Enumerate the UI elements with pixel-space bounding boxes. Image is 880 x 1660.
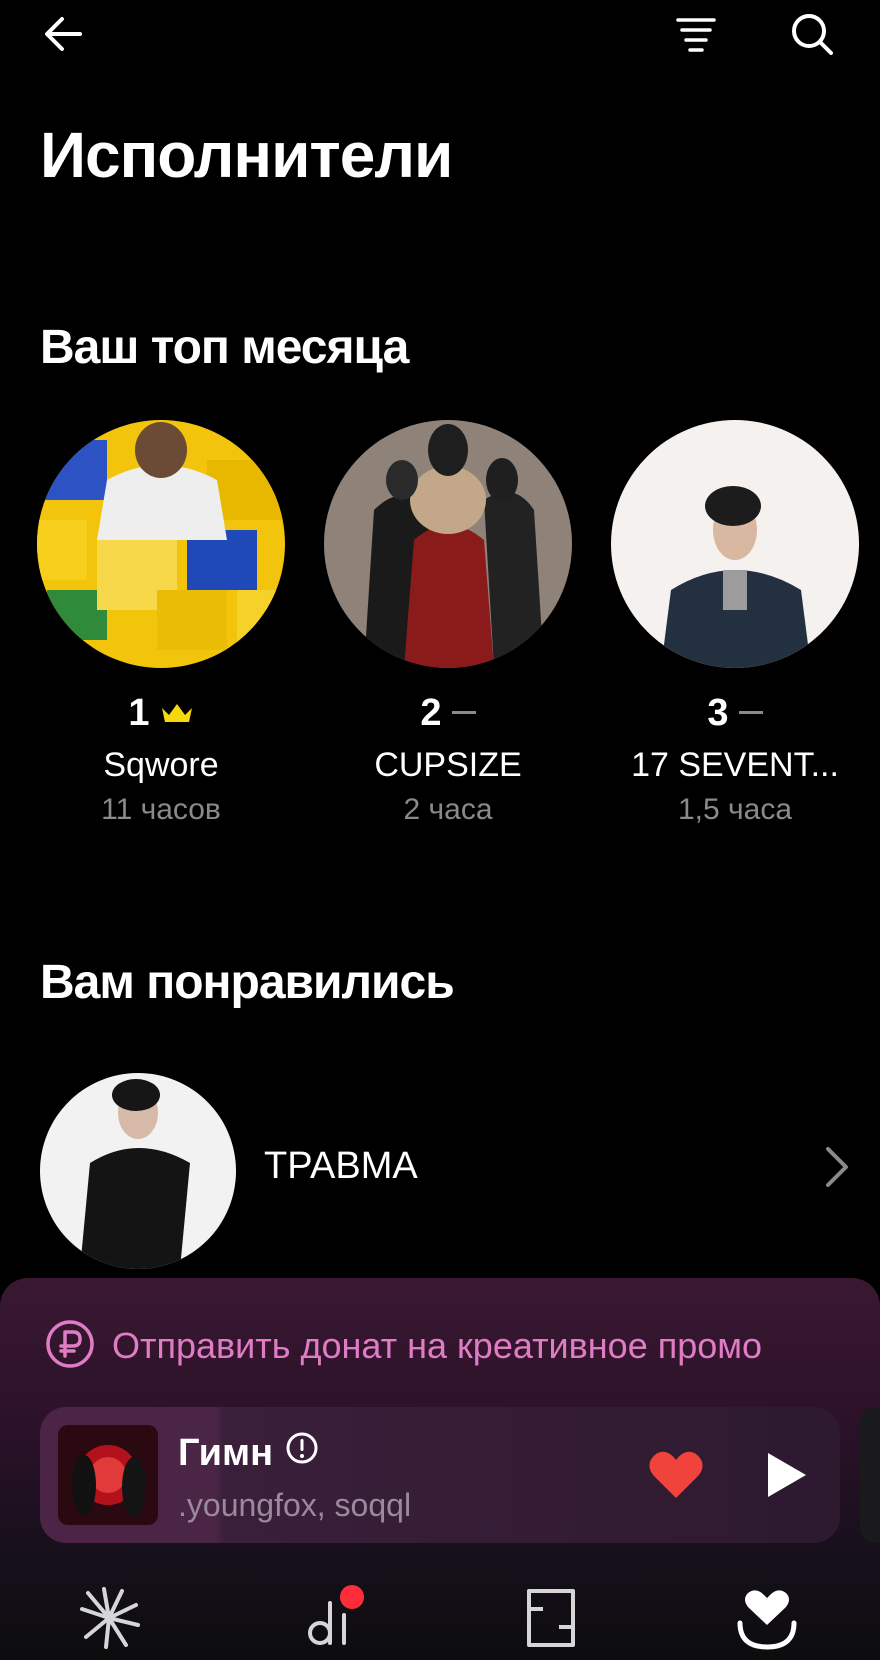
heart-icon (649, 1451, 703, 1498)
artist-name: ТРАВМА (264, 1145, 418, 1187)
top-artist-card[interactable]: 3 17 SEVENT... 1,5 часа (610, 420, 860, 827)
rank-number: 3 (707, 691, 729, 734)
page-title: Исполнители (40, 119, 453, 191)
ruble-icon (44, 1318, 96, 1375)
back-button[interactable] (36, 6, 92, 62)
tab-books[interactable] (506, 1578, 596, 1658)
play-button[interactable] (752, 1443, 816, 1507)
track-artists: .youngfox, soqql (178, 1487, 412, 1523)
bottom-tab-bar (0, 1560, 880, 1660)
top-artist-card[interactable]: 2 CUPSIZE 2 часа (323, 420, 573, 827)
top-month-title: Ваш топ месяца (40, 321, 409, 374)
rank: 1 (36, 690, 286, 736)
play-icon (768, 1453, 806, 1497)
heart-collection-icon (737, 1590, 797, 1650)
next-player-card-edge[interactable] (860, 1407, 880, 1543)
spark-icon (80, 1587, 140, 1649)
rank: 2 (323, 690, 573, 736)
search-icon (792, 14, 833, 55)
artist-photo (37, 420, 285, 668)
sort-button[interactable] (668, 6, 724, 62)
artist-photo (611, 420, 859, 668)
top-month-list: 1 Sqwore 11 часов 2 CUPSIZE 2 часа 3 17 … (0, 420, 880, 840)
tab-wave[interactable] (64, 1578, 154, 1658)
artist-photo (324, 420, 572, 668)
sort-lines-icon (676, 18, 716, 52)
arrow-left-icon (45, 17, 82, 51)
artist-photo (40, 1073, 236, 1269)
donate-button[interactable]: Отправить донат на креативное промо (44, 1318, 762, 1374)
like-button[interactable] (646, 1445, 706, 1505)
mini-player[interactable]: Гимн .youngfox, soqql (40, 1407, 840, 1543)
search-button[interactable] (784, 6, 840, 62)
liked-title: Вам понравились (40, 956, 455, 1009)
tab-podcasts[interactable] (290, 1578, 380, 1658)
book-icon (527, 1589, 575, 1647)
chevron-right-icon (822, 1145, 852, 1194)
rank-number: 2 (420, 691, 442, 734)
artist-name: 17 SEVENT... (631, 746, 839, 784)
track-title: Гимн (178, 1431, 319, 1475)
artist-name: CUPSIZE (374, 746, 522, 784)
artist-name: Sqwore (103, 746, 219, 784)
top-bar (0, 0, 880, 72)
dash-icon (738, 710, 763, 716)
dash-icon (451, 710, 476, 716)
track-title-text: Гимн (178, 1431, 274, 1474)
liked-artist-row[interactable]: ТРАВМА (40, 1073, 852, 1269)
tab-collection[interactable] (722, 1578, 812, 1658)
top-artist-card[interactable]: 1 Sqwore 11 часов (36, 420, 286, 827)
listen-time: 1,5 часа (677, 793, 793, 826)
rank: 3 (610, 690, 860, 736)
donate-label: Отправить донат на креативное промо (112, 1325, 763, 1366)
track-cover (58, 1425, 158, 1525)
listen-time: 2 часа (403, 793, 493, 826)
crown-icon (160, 702, 194, 724)
podcast-icon (308, 1585, 364, 1645)
rank-number: 1 (128, 691, 150, 734)
explicit-icon (285, 1431, 319, 1475)
listen-time: 11 часов (101, 793, 221, 826)
notification-badge (340, 1585, 364, 1609)
